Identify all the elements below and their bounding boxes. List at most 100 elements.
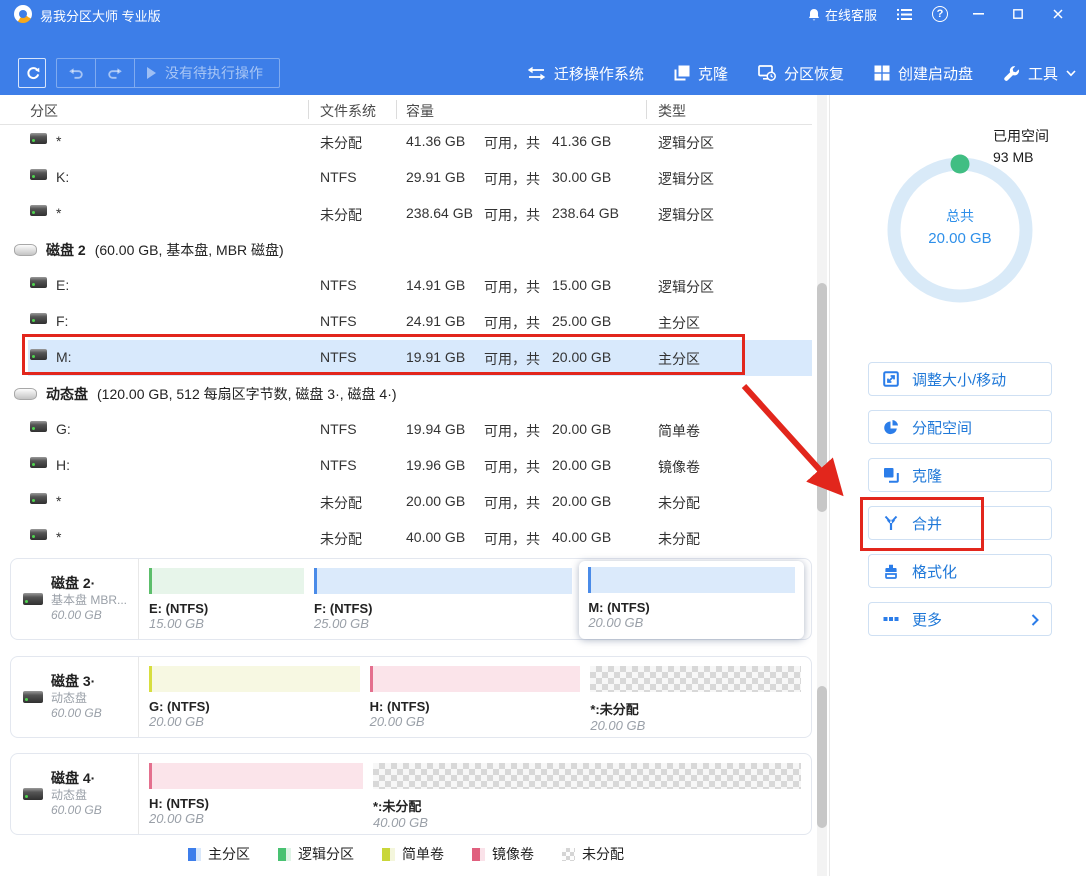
table-row[interactable]: E: NTFS 14.91 GB可用，共15.00 GB 逻辑分区: [0, 268, 812, 304]
migrate-os-icon: [527, 66, 546, 81]
minimize-icon: [973, 13, 984, 15]
undo-icon: [68, 67, 84, 80]
resize-move-button[interactable]: 调整大小/移动: [868, 362, 1052, 396]
col-header-type: 类型: [658, 101, 686, 121]
online-service-button[interactable]: 在线客服: [798, 0, 887, 28]
partition-icon: [30, 169, 47, 180]
close-icon: [1053, 9, 1063, 19]
table-row[interactable]: * 未分配 20.00 GB可用，共20.00 GB 未分配: [0, 484, 812, 520]
table-row-selected[interactable]: M: NTFS 19.91 GB可用，共20.00 GB 主分区: [0, 340, 812, 376]
partition-icon: [30, 205, 47, 216]
format-icon: [883, 564, 899, 579]
table-row[interactable]: * 未分配 41.36 GB可用，共41.36 GB 逻辑分区: [0, 124, 812, 160]
unallocated-segment[interactable]: *:未分配 40.00 GB: [373, 763, 801, 834]
clone-button[interactable]: 克隆: [868, 458, 1052, 492]
operation-list-button[interactable]: [887, 0, 922, 28]
window-title: 易我分区大师 专业版: [40, 6, 161, 25]
help-button[interactable]: ?: [922, 0, 958, 28]
table-row[interactable]: K: NTFS 29.91 GB可用，共30.00 GB 逻辑分区: [0, 160, 812, 196]
online-service-label: 在线客服: [825, 5, 877, 24]
minimize-button[interactable]: [958, 0, 998, 28]
more-button[interactable]: 更多: [868, 602, 1052, 636]
disk-icon: [14, 388, 37, 400]
legend: 主分区 逻辑分区 简单卷 镜像卷 未分配: [0, 844, 812, 864]
partition-segment[interactable]: G: (NTFS) 20.00 GB: [149, 666, 360, 737]
disk-info[interactable]: 磁盘 4· 动态盘 60.00 GB: [11, 754, 139, 834]
undo-button[interactable]: [57, 59, 95, 87]
disk-panel-4: 磁盘 4· 动态盘 60.00 GB H: (NTFS) 20.00 GB *:…: [10, 753, 812, 835]
col-header-filesystem: 文件系统: [320, 101, 376, 121]
partition-icon: [30, 133, 47, 144]
disk-group-row[interactable]: 动态盘 (120.00 GB, 512 每扇区字节数, 磁盘 3·, 磁盘 4·…: [0, 376, 812, 412]
refresh-button[interactable]: [18, 58, 46, 88]
disk-icon: [14, 244, 37, 256]
partition-segment[interactable]: F: (NTFS) 25.00 GB: [314, 568, 572, 639]
unallocated-segment[interactable]: *:未分配 20.00 GB: [590, 666, 801, 737]
legend-simple: 简单卷: [382, 844, 444, 864]
disk-icon: [23, 593, 43, 605]
disk-icon: [23, 788, 43, 800]
apply-pending-button[interactable]: 没有待执行操作: [135, 63, 279, 83]
nav-bootable-media[interactable]: 创建启动盘: [874, 63, 973, 84]
app-logo-icon: [14, 5, 32, 23]
partition-icon: [30, 421, 47, 432]
disk-info[interactable]: 磁盘 2· 基本盘 MBR... 60.00 GB: [11, 559, 139, 639]
redo-button[interactable]: [96, 59, 134, 87]
partition-segment[interactable]: H: (NTFS) 20.00 GB: [149, 763, 363, 834]
legend-mirror: 镜像卷: [472, 844, 534, 864]
redo-icon: [107, 67, 123, 80]
clone-icon: [674, 65, 690, 81]
table-row[interactable]: * 未分配 40.00 GB可用，共40.00 GB 未分配: [0, 520, 812, 556]
table-row[interactable]: H: NTFS 19.96 GB可用，共20.00 GB 镜像卷: [0, 448, 812, 484]
table-row[interactable]: * 未分配 238.64 GB可用，共238.64 GB 逻辑分区: [0, 196, 812, 232]
legend-swatch: [188, 848, 201, 861]
format-button[interactable]: 格式化: [868, 554, 1052, 588]
refresh-icon: [25, 66, 40, 81]
legend-primary: 主分区: [188, 844, 250, 864]
legend-logical: 逻辑分区: [278, 844, 354, 864]
play-icon: [147, 67, 156, 79]
nav-migrate-os[interactable]: 迁移操作系统: [527, 63, 644, 84]
nav-clone[interactable]: 克隆: [674, 63, 728, 84]
partition-icon: [30, 349, 47, 360]
table-row[interactable]: F: NTFS 24.91 GB可用，共25.00 GB 主分区: [0, 304, 812, 340]
table-header: 分区 文件系统 容量 类型: [0, 95, 812, 125]
toolbar: 没有待执行操作 迁移操作系统 克隆: [0, 28, 1086, 95]
col-header-partition: 分区: [30, 101, 58, 121]
legend-unallocated: 未分配: [562, 844, 624, 864]
disk-panel-3: 磁盘 3· 动态盘 60.00 GB G: (NTFS) 20.00 GB H:…: [10, 656, 812, 738]
legend-swatch: [278, 848, 291, 861]
allocate-space-icon: [883, 419, 899, 435]
tools-icon: [1003, 65, 1020, 82]
maximize-button[interactable]: [998, 0, 1038, 28]
legend-swatch: [382, 848, 395, 861]
nav-tools[interactable]: 工具: [1003, 63, 1076, 84]
bell-icon: [808, 8, 820, 21]
table-scrollbar-thumb[interactable]: [817, 283, 827, 512]
merge-icon: [883, 515, 899, 531]
partition-segment[interactable]: E: (NTFS) 15.00 GB: [149, 568, 304, 639]
partition-master-window: 易我分区大师 专业版 在线客服 ?: [0, 0, 1086, 876]
panels-scrollbar-thumb[interactable]: [817, 686, 827, 828]
partition-segment-selected[interactable]: M: (NTFS) 20.00 GB: [579, 561, 804, 639]
help-icon: ?: [932, 6, 948, 22]
disk-icon: [23, 691, 43, 703]
disk-info[interactable]: 磁盘 3· 动态盘 60.00 GB: [11, 657, 139, 737]
close-button[interactable]: [1038, 0, 1078, 28]
clone-icon: [883, 467, 899, 483]
merge-button[interactable]: 合并: [868, 506, 1052, 540]
legend-swatch: [472, 848, 485, 861]
list-icon: [897, 9, 912, 20]
bootable-media-icon: [874, 65, 890, 81]
nav-partition-recovery[interactable]: 分区恢复: [758, 63, 844, 84]
col-header-capacity: 容量: [406, 101, 434, 121]
partition-icon: [30, 457, 47, 468]
table-row[interactable]: G: NTFS 19.94 GB可用，共20.00 GB 简单卷: [0, 412, 812, 448]
partition-icon: [30, 277, 47, 288]
allocate-space-button[interactable]: 分配空间: [868, 410, 1052, 444]
partition-segment[interactable]: H: (NTFS) 20.00 GB: [370, 666, 581, 737]
sidebar-divider: [829, 95, 830, 876]
used-space-dot: [951, 155, 970, 174]
disk-panel-2: 磁盘 2· 基本盘 MBR... 60.00 GB E: (NTFS) 15.0…: [10, 558, 812, 640]
disk-group-row[interactable]: 磁盘 2 (60.00 GB, 基本盘, MBR 磁盘): [0, 232, 812, 268]
